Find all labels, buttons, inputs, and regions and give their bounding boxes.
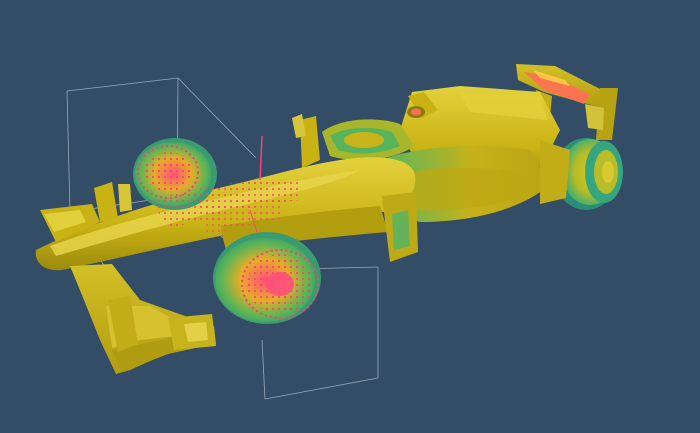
viewport-canvas[interactable]	[0, 0, 700, 433]
front-wheel-right[interactable]	[213, 232, 321, 324]
3d-viewport[interactable]	[0, 0, 700, 433]
